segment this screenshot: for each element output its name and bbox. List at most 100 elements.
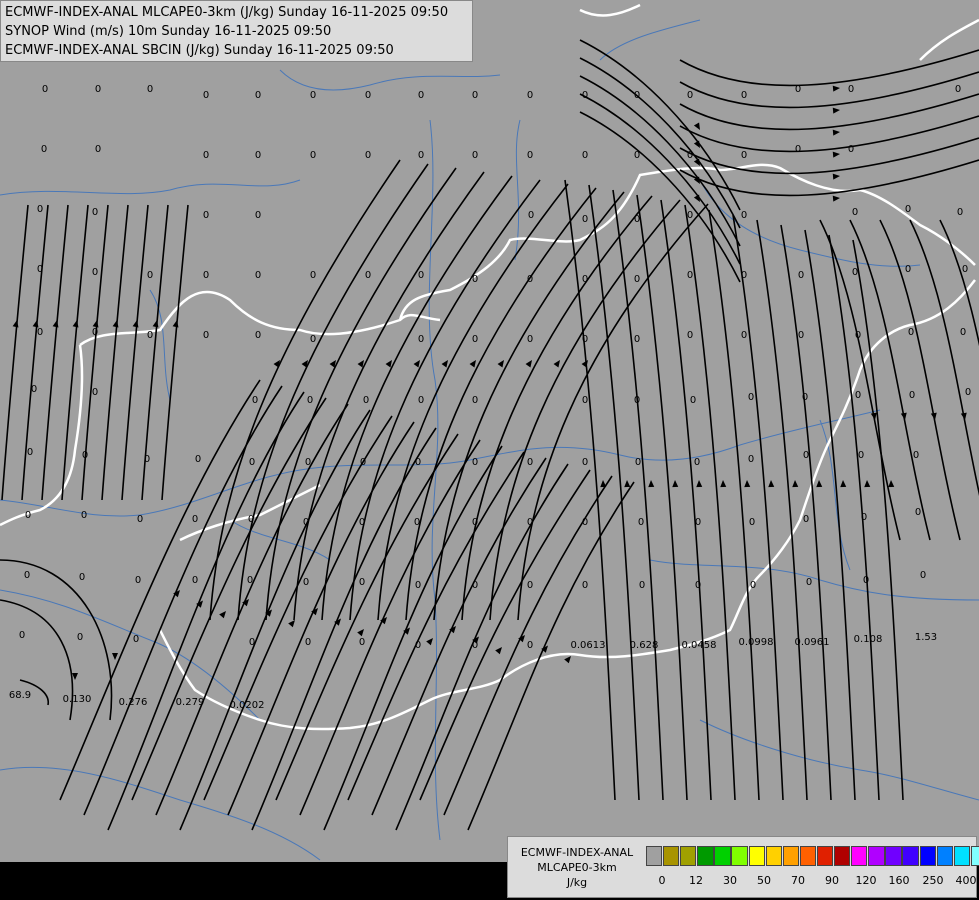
map-value-label: 0 (634, 334, 640, 345)
legend-swatch (851, 846, 868, 866)
legend-swatch (697, 846, 714, 866)
map-value-label: 0 (582, 334, 588, 345)
map-value-label: 0 (962, 264, 968, 275)
map-value-label: 0 (203, 210, 209, 221)
legend-tick-label: 50 (757, 874, 771, 887)
map-value-label: 0 (748, 392, 754, 403)
legend-swatch (970, 846, 979, 866)
map-value-label: 0 (472, 274, 478, 285)
map-value-label: 0 (418, 150, 424, 161)
map-value-label: 0 (687, 330, 693, 341)
map-value-label: 0 (249, 637, 255, 648)
map-value-label: 0 (582, 457, 588, 468)
map-value-label: 0 (955, 84, 961, 95)
legend-tick-label: 120 (855, 874, 877, 887)
map-value-label: 0 (749, 517, 755, 528)
legend-tick-label: 90 (825, 874, 839, 887)
map-value-label: 0 (25, 510, 31, 521)
map-value-label: 0 (192, 575, 198, 586)
map-value-label: 0 (42, 84, 48, 95)
map-value-label: 0 (414, 517, 420, 528)
map-value-label: 0 (695, 580, 701, 591)
map-value-label: 0 (528, 210, 534, 221)
map-value-label: 0 (694, 457, 700, 468)
map-value-label: 0 (37, 327, 43, 338)
map-value-label: 0 (472, 580, 478, 591)
map-value-label: 0 (803, 450, 809, 461)
map-value-label: 0 (303, 517, 309, 528)
map-value-label: 0 (965, 387, 971, 398)
map-value-label: 0 (147, 84, 153, 95)
map-value-label: 0 (527, 580, 533, 591)
map-value-label: 0 (957, 207, 963, 218)
map-value-label: 0 (135, 575, 141, 586)
map-value-label: 0 (307, 395, 313, 406)
map-value-label: 0 (41, 144, 47, 155)
map-value-label: 0 (920, 570, 926, 581)
map-value-label: 0 (527, 90, 533, 101)
map-value-label: 0 (310, 90, 316, 101)
map-value-label: 0 (852, 267, 858, 278)
map-value-label: 0.0998 (739, 637, 774, 648)
map-value-label: 0 (255, 210, 261, 221)
map-value-label: 0 (82, 450, 88, 461)
map-value-label: 0.130 (63, 694, 92, 705)
map-value-label: 0 (806, 577, 812, 588)
map-value-label: 0 (27, 447, 33, 458)
legend-swatch (816, 846, 834, 866)
map-value-label: 0.108 (854, 634, 883, 645)
map-value-label: 0 (248, 514, 254, 525)
map-value-label: 0 (582, 580, 588, 591)
map-value-label: 0 (687, 90, 693, 101)
map-value-label: 0 (909, 390, 915, 401)
map-value-label: 0 (472, 90, 478, 101)
map-value-label: 0 (359, 577, 365, 588)
legend-tick-label: 160 (888, 874, 910, 887)
legend-swatch (748, 846, 765, 866)
map-value-label: 0 (472, 395, 478, 406)
map-value-label: 0 (635, 457, 641, 468)
map-value-label: 0 (472, 640, 478, 651)
map-value-label: 0 (360, 457, 366, 468)
legend-swatch (765, 846, 782, 866)
map-value-label: 0 (472, 150, 478, 161)
map-value-label: 0 (741, 90, 747, 101)
map-value-label: 0 (255, 270, 261, 281)
map-value-label: 0 (741, 330, 747, 341)
map-value-label: 0 (905, 264, 911, 275)
map-value-label: 0 (92, 327, 98, 338)
map-value-label: 0 (848, 144, 854, 155)
map-value-label: 0 (913, 450, 919, 461)
map-value-label: 0 (527, 640, 533, 651)
map-value-label: 0 (582, 395, 588, 406)
map-value-label: 0 (133, 634, 139, 645)
map-value-label: 0 (527, 334, 533, 345)
map-value-label: 0 (795, 84, 801, 95)
map-value-label: 0 (24, 570, 30, 581)
legend-swatch (799, 846, 817, 866)
map-value-label: 0 (418, 395, 424, 406)
map-value-label: 0 (77, 632, 83, 643)
map-value-label: 0 (960, 327, 966, 338)
map-value-label: 0 (365, 270, 371, 281)
legend-swatch (782, 846, 800, 866)
map-value-label: 0 (634, 90, 640, 101)
map-value-label: 0 (81, 510, 87, 521)
legend-swatch (663, 846, 680, 866)
map-value-label: 0 (687, 270, 693, 281)
map-value-label: 0 (359, 637, 365, 648)
map-value-label: 0 (472, 334, 478, 345)
map-value-label: 0 (858, 450, 864, 461)
map-value-label: 0 (252, 395, 258, 406)
legend-title-line-1: ECMWF-INDEX-ANAL (520, 846, 634, 859)
map-value-label: 0 (415, 457, 421, 468)
map-value-label: 0 (192, 514, 198, 525)
legend-tick-label: 250 (922, 874, 944, 887)
map-value-label: 0 (848, 84, 854, 95)
map-value-label: 0 (249, 457, 255, 468)
map-value-label: 0 (203, 270, 209, 281)
legend-swatch (902, 846, 919, 866)
map-value-label: 0 (863, 575, 869, 586)
legend-title-line-2: MLCAPE0-3km (537, 861, 617, 874)
legend-swatch (714, 846, 731, 866)
